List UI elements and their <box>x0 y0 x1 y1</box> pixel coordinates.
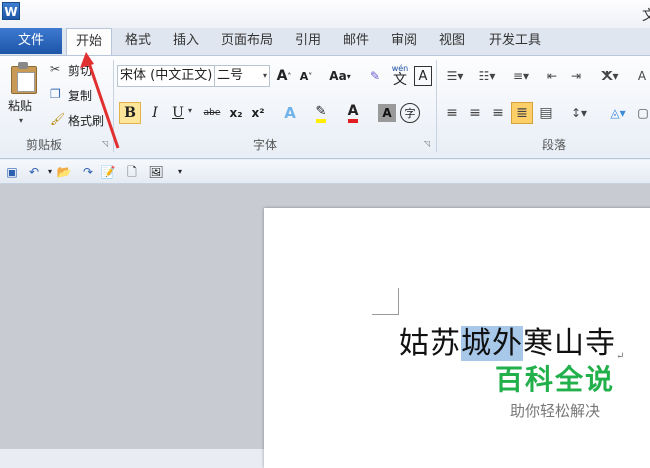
font-name-combo[interactable]: 宋体 (中文正文) <box>117 65 215 87</box>
document-text[interactable]: 姑苏城外寒山寺↵ <box>399 318 625 362</box>
align-left-icon[interactable]: ≡ <box>442 102 462 124</box>
bullets-icon[interactable]: ☰▾ <box>442 65 468 87</box>
group-divider <box>436 60 437 152</box>
strikethrough-button[interactable]: abe <box>200 102 224 124</box>
customize-toolbar-icon[interactable]: ▾ <box>172 164 188 180</box>
chevron-down-icon: ▾ <box>262 71 267 80</box>
tab-home[interactable]: 开始 <box>66 28 112 55</box>
sort-icon[interactable]: A <box>634 65 650 87</box>
align-right-icon[interactable]: ≡ <box>488 102 508 124</box>
text-effects-icon[interactable]: A <box>278 102 302 124</box>
borders-icon[interactable]: ▢ <box>636 102 650 124</box>
distributed-icon[interactable]: ▤ <box>536 102 556 124</box>
watermark-title: 百科全说 <box>494 363 615 396</box>
watermark-subtitle: 助你轻松解决 <box>509 402 600 420</box>
scissors-icon[interactable]: ✂ <box>50 62 60 76</box>
clipboard-group-label: 剪贴板 <box>26 138 63 152</box>
chinese-layout-icon[interactable]: ⵅ▾ <box>596 65 624 87</box>
cut-button[interactable]: 剪切 <box>68 62 92 79</box>
quick-access-toolbar: ▣ ↶ ▾ 📂 ↷ 📝 🗋 🖼 ▾ <box>0 160 650 184</box>
underline-dropdown-icon[interactable]: ▾ <box>188 106 192 115</box>
font-launcher-icon[interactable]: ◹ <box>424 139 430 148</box>
increase-indent-icon[interactable]: ⇥ <box>566 65 586 87</box>
shrink-font-button[interactable]: A ˅ <box>296 65 316 87</box>
ribbon-tabs: 文件 开始 格式 插入 页面布局 引用 邮件 审阅 视图 开发工具 <box>0 28 650 55</box>
tab-mailings[interactable]: 邮件 <box>336 28 376 54</box>
enclose-characters-button[interactable]: 字 <box>400 103 420 123</box>
tab-insert[interactable]: 插入 <box>166 28 206 54</box>
selected-text[interactable]: 城外 <box>461 326 523 361</box>
multilevel-list-icon[interactable]: ≡▾ <box>506 65 536 87</box>
undo-icon[interactable]: ↶ <box>26 164 42 180</box>
tab-developer[interactable]: 开发工具 <box>482 28 548 54</box>
character-shading-icon[interactable]: A <box>378 104 396 122</box>
format-painter-icon[interactable]: 🖌 <box>50 112 65 126</box>
edit-document-icon[interactable]: 📝 <box>100 164 116 180</box>
paste-dropdown-icon[interactable]: ▾ <box>19 116 23 125</box>
copy-icon[interactable]: ❐ <box>50 87 61 101</box>
phonetic-guide-button[interactable]: wén 文 <box>388 63 412 89</box>
grow-font-button[interactable]: A ˄ <box>274 65 294 87</box>
highlight-color-icon[interactable]: ✎ <box>308 102 334 124</box>
document-page[interactable]: 姑苏城外寒山寺↵ <box>264 208 650 468</box>
align-center-icon[interactable]: ≡ <box>465 102 485 124</box>
italic-button[interactable]: I <box>144 102 166 124</box>
subscript-button[interactable]: x₂ <box>226 102 246 124</box>
paragraph-group-label: 段落 <box>542 138 567 152</box>
title-bar: W 文 <box>0 0 650 28</box>
open-folder-icon[interactable]: 📂 <box>56 164 72 180</box>
numbering-icon[interactable]: ☷▾ <box>474 65 500 87</box>
font-name-value: 宋体 (中文正文) <box>120 68 213 83</box>
copy-button[interactable]: 复制 <box>68 87 92 104</box>
ribbon-home: 粘贴 ▾ ✂ 剪切 ❐ 复制 🖌 格式刷 剪贴板 ◹ 宋体 (中文正文) 二号 … <box>0 55 650 159</box>
font-group-label: 字体 <box>253 138 278 152</box>
tab-format[interactable]: 格式 <box>118 28 158 54</box>
tab-page-layout[interactable]: 页面布局 <box>214 28 280 54</box>
justify-icon[interactable]: ≣ <box>511 102 533 124</box>
bold-button[interactable]: B <box>119 102 141 124</box>
print-preview-icon[interactable]: 🖼 <box>148 164 164 180</box>
save-icon[interactable]: ▣ <box>4 164 20 180</box>
font-size-combo[interactable]: 二号 ▾ <box>214 65 270 87</box>
tab-review[interactable]: 审阅 <box>384 28 424 54</box>
format-painter-button[interactable]: 格式刷 <box>68 112 104 129</box>
window-title: 文 <box>642 8 650 24</box>
paste-icon[interactable] <box>9 62 37 94</box>
tab-file[interactable]: 文件 <box>0 28 62 54</box>
character-border-button[interactable]: A <box>414 66 432 86</box>
clear-formatting-icon[interactable]: ✎ <box>364 65 386 87</box>
redo-icon[interactable]: ↷ <box>80 164 96 180</box>
shading-icon[interactable]: ◬▾ <box>604 102 632 124</box>
font-color-icon[interactable]: A <box>340 102 366 124</box>
new-document-icon[interactable]: 🗋 <box>124 164 140 180</box>
line-spacing-icon[interactable]: ↕▾ <box>566 102 592 124</box>
superscript-button[interactable]: x² <box>248 102 268 124</box>
clipboard-launcher-icon[interactable]: ◹ <box>102 139 108 148</box>
decrease-indent-icon[interactable]: ⇤ <box>542 65 562 87</box>
underline-button[interactable]: U <box>167 102 189 124</box>
change-case-button[interactable]: Aa ▾ <box>326 65 354 87</box>
margin-corner-mark <box>372 288 399 315</box>
paste-button[interactable]: 粘贴 <box>8 97 32 114</box>
group-divider <box>113 60 114 152</box>
tab-references[interactable]: 引用 <box>288 28 328 54</box>
word-app-icon[interactable]: W <box>2 2 20 20</box>
font-size-value: 二号 <box>217 68 244 83</box>
watermark: 百科全说 助你轻松解决 <box>470 358 640 421</box>
tab-view[interactable]: 视图 <box>432 28 472 54</box>
